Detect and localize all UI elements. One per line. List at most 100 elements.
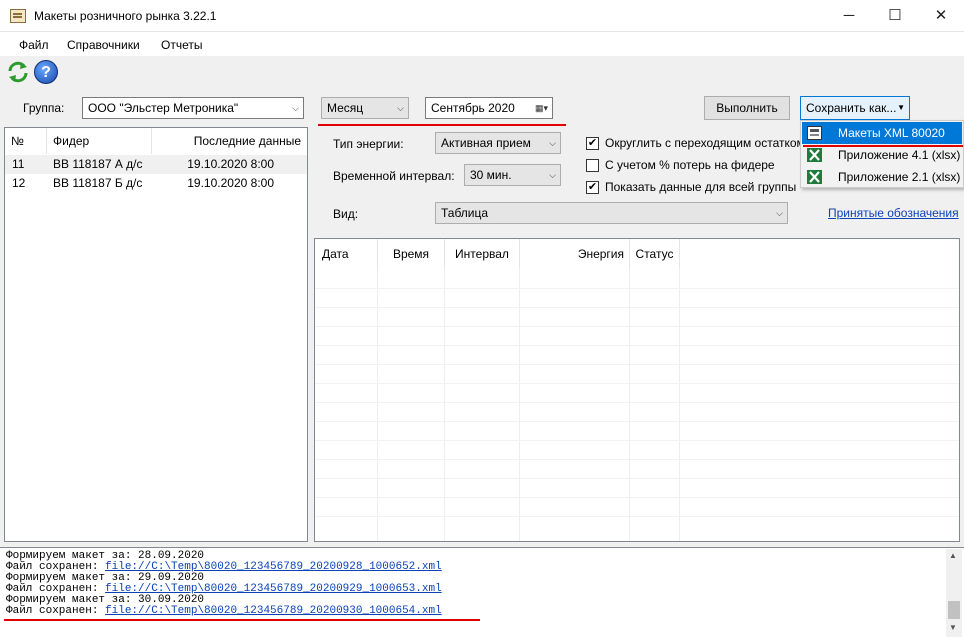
energy-type-select[interactable]: Активная прием ⌵ bbox=[435, 132, 561, 154]
energy-type-value: Активная прием bbox=[441, 136, 531, 150]
chevron-down-icon: ⌵ bbox=[776, 208, 783, 218]
feeder-loss-label: С учетом % потерь на фидере bbox=[605, 158, 775, 172]
column-header-number[interactable]: № bbox=[5, 128, 47, 154]
grid-column bbox=[630, 269, 680, 541]
log-file-link[interactable]: file://C:\Temp\80020_123456789_20200930_… bbox=[105, 605, 442, 617]
whole-group-label: Показать данные для всей группы bbox=[605, 180, 797, 194]
energy-type-label: Тип энергии: bbox=[333, 137, 404, 151]
legend-link[interactable]: Принятые обозначения bbox=[828, 206, 959, 220]
feeder-list[interactable]: № Фидер Последние данные 11 ВВ 118187 А … bbox=[4, 127, 308, 542]
grid-header-interval[interactable]: Интервал bbox=[445, 239, 520, 269]
minimize-button[interactable]: ─ bbox=[826, 0, 872, 32]
period-date-picker[interactable]: Сентябрь 2020 ▦▾ bbox=[425, 97, 553, 119]
window-title: Макеты розничного рынка 3.22.1 bbox=[34, 9, 217, 23]
grid-row-line bbox=[315, 497, 959, 498]
log-scrollbar[interactable]: ▲ ▼ bbox=[946, 549, 962, 637]
view-value: Таблица bbox=[441, 206, 489, 220]
grid-column bbox=[315, 269, 378, 541]
menu-references[interactable]: Справочники bbox=[67, 38, 140, 52]
highlight-underline-log bbox=[4, 619, 480, 621]
grid-column bbox=[520, 269, 630, 541]
interval-value: 30 мин. bbox=[470, 168, 512, 182]
group-select[interactable]: ООО "Эльстер Метроника" ⌵ bbox=[82, 97, 304, 119]
grid-row-line bbox=[315, 345, 959, 346]
row-last-data: 19.10.2020 8:00 bbox=[187, 176, 274, 190]
toolbar: ? bbox=[0, 56, 964, 90]
grid-row-line bbox=[315, 478, 959, 479]
round-remainder-label: Округлить с переходящим остатком bbox=[605, 136, 800, 150]
log-panel[interactable]: Формируем макет за: 28.09.2020 Файл сохр… bbox=[0, 547, 964, 639]
scroll-up-icon[interactable]: ▲ bbox=[949, 551, 957, 560]
scroll-down-icon[interactable]: ▼ bbox=[949, 623, 957, 632]
row-number: 12 bbox=[12, 176, 26, 190]
feeder-loss-checkbox[interactable] bbox=[586, 159, 599, 172]
refresh-icon[interactable] bbox=[6, 60, 30, 84]
xml-icon bbox=[807, 126, 822, 140]
grid-column bbox=[445, 269, 520, 541]
grid-row-line bbox=[315, 402, 959, 403]
grid-row-line bbox=[315, 326, 959, 327]
grid-header-time[interactable]: Время bbox=[378, 239, 445, 269]
save-menu-appendix-2-1[interactable]: Приложение 2.1 (xlsx) bbox=[802, 166, 962, 188]
excel-icon bbox=[807, 148, 822, 162]
execute-button[interactable]: Выполнить bbox=[704, 96, 790, 120]
table-row[interactable]: 11 ВВ 118187 А д/с 19.10.2020 8:00 bbox=[5, 155, 307, 174]
period-mode-select[interactable]: Месяц ⌵ bbox=[321, 97, 409, 119]
grid-row-line bbox=[315, 516, 959, 517]
save-menu-label: Приложение 2.1 (xlsx) bbox=[838, 170, 961, 184]
grid-row-line bbox=[315, 307, 959, 308]
chevron-down-icon: ⌵ bbox=[397, 103, 404, 113]
whole-group-checkbox[interactable]: ✔ bbox=[586, 181, 599, 194]
save-as-label: Сохранить как... bbox=[806, 101, 897, 115]
highlight-underline-period bbox=[318, 124, 566, 126]
row-last-data: 19.10.2020 8:00 bbox=[187, 157, 274, 171]
interval-select[interactable]: 30 мин. ⌵ bbox=[464, 164, 561, 186]
scroll-thumb[interactable] bbox=[948, 601, 960, 619]
data-grid[interactable]: Дата Время Интервал Энергия Статус bbox=[314, 238, 960, 542]
menu-bar: Файл Справочники Отчеты bbox=[0, 33, 964, 55]
round-remainder-checkbox[interactable]: ✔ bbox=[586, 137, 599, 150]
caret-down-icon: ▼ bbox=[897, 103, 905, 112]
menu-file[interactable]: Файл bbox=[19, 38, 49, 52]
save-menu-label: Макеты XML 80020 bbox=[838, 126, 945, 140]
chevron-down-icon: ⌵ bbox=[549, 170, 556, 180]
app-icon bbox=[10, 9, 26, 23]
row-feeder: ВВ 118187 Б д/с bbox=[53, 176, 143, 190]
excel-icon bbox=[807, 170, 822, 184]
group-select-value: ООО "Эльстер Метроника" bbox=[88, 101, 239, 115]
grid-header-status[interactable]: Статус bbox=[630, 239, 680, 269]
title-bar[interactable]: Макеты розничного рынка 3.22.1 ─ ☐ ✕ bbox=[0, 0, 964, 32]
grid-row-line bbox=[315, 459, 959, 460]
row-number: 11 bbox=[12, 157, 25, 171]
save-menu-label: Приложение 4.1 (xlsx) bbox=[838, 148, 961, 162]
log-line: Файл сохранен: file://C:\Temp\80020_1234… bbox=[6, 606, 442, 617]
view-select[interactable]: Таблица ⌵ bbox=[435, 202, 788, 224]
chevron-down-icon: ⌵ bbox=[292, 103, 299, 113]
grid-row-line bbox=[315, 288, 959, 289]
save-menu-appendix-4-1[interactable]: Приложение 4.1 (xlsx) bbox=[802, 144, 962, 166]
row-feeder: ВВ 118187 А д/с bbox=[53, 157, 143, 171]
calendar-icon[interactable]: ▦▾ bbox=[535, 98, 548, 118]
grid-header-energy[interactable]: Энергия bbox=[520, 239, 630, 269]
grid-row-line bbox=[315, 383, 959, 384]
maximize-button[interactable]: ☐ bbox=[872, 0, 918, 32]
grid-row-line bbox=[315, 364, 959, 365]
grid-row-line bbox=[315, 421, 959, 422]
save-as-menu: Макеты XML 80020 Приложение 4.1 (xlsx) П… bbox=[800, 120, 964, 188]
grid-header-date[interactable]: Дата bbox=[315, 239, 378, 269]
table-row[interactable]: 12 ВВ 118187 Б д/с 19.10.2020 8:00 bbox=[5, 174, 307, 193]
grid-column bbox=[378, 269, 445, 541]
help-icon[interactable]: ? bbox=[34, 60, 58, 84]
log-text: Файл сохранен: bbox=[6, 605, 106, 617]
column-header-last-data[interactable]: Последние данные bbox=[152, 128, 307, 154]
save-as-button[interactable]: Сохранить как... ▼ bbox=[800, 96, 910, 120]
column-header-feeder[interactable]: Фидер bbox=[47, 128, 152, 154]
menu-reports[interactable]: Отчеты bbox=[161, 38, 202, 52]
group-label: Группа: bbox=[23, 101, 65, 115]
close-button[interactable]: ✕ bbox=[918, 0, 964, 32]
save-menu-xml-80020[interactable]: Макеты XML 80020 bbox=[802, 122, 962, 144]
chevron-down-icon: ⌵ bbox=[549, 138, 556, 148]
period-date-value: Сентябрь 2020 bbox=[431, 101, 515, 115]
period-mode-value: Месяц bbox=[327, 101, 364, 115]
view-label: Вид: bbox=[333, 207, 359, 221]
